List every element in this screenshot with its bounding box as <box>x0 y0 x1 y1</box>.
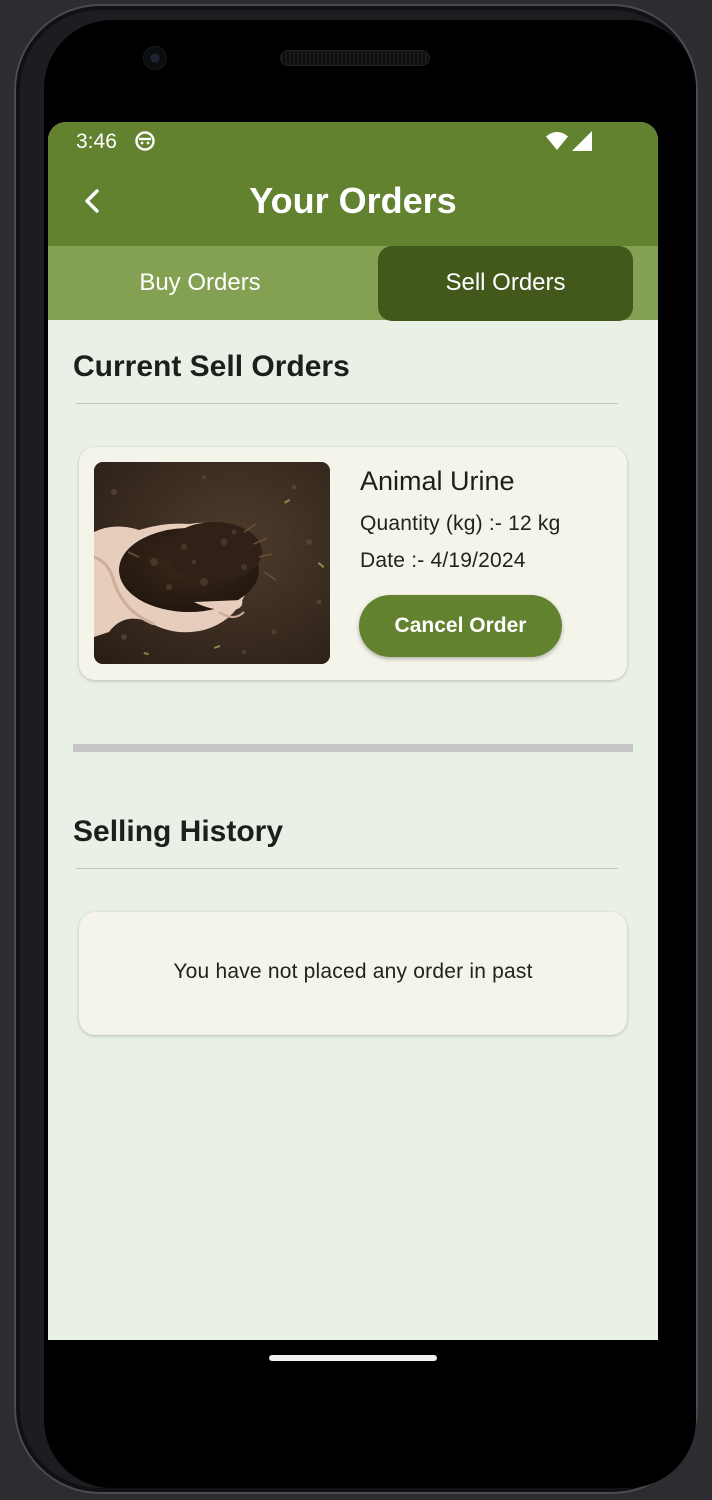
tab-sell-orders[interactable]: Sell Orders <box>378 246 633 321</box>
status-bar: 3:46 <box>48 122 658 162</box>
earpiece-speaker <box>281 51 429 65</box>
app-screen: 3:46 Your Orders Buy Orders Sell Orders … <box>48 122 658 1340</box>
product-image <box>94 462 330 664</box>
app-bar: 3:46 Your Orders <box>48 122 658 246</box>
order-quantity: Quantity (kg) :- 12 kg <box>360 512 561 535</box>
tab-buy-orders[interactable]: Buy Orders <box>48 246 352 320</box>
order-tabs: Buy Orders Sell Orders <box>48 246 658 321</box>
section-separator <box>73 744 633 752</box>
section-divider <box>76 403 618 404</box>
cancel-order-button[interactable]: Cancel Order <box>359 595 562 657</box>
front-camera <box>144 47 166 69</box>
empty-history-message: You have not placed any order in past <box>173 960 533 983</box>
compost-in-hand-image <box>94 462 330 664</box>
selling-history-title: Selling History <box>73 815 284 848</box>
product-name: Animal Urine <box>360 466 515 496</box>
cellular-signal-icon <box>572 131 592 151</box>
order-date: Date :- 4/19/2024 <box>360 549 526 572</box>
wifi-icon <box>546 132 568 150</box>
notification-app-icon <box>135 131 155 151</box>
empty-history-card: You have not placed any order in past <box>79 912 627 1035</box>
home-indicator[interactable] <box>269 1355 437 1361</box>
order-card: Animal Urine Quantity (kg) :- 12 kg Date… <box>79 447 627 680</box>
status-time: 3:46 <box>76 130 117 153</box>
section-divider <box>76 868 618 869</box>
current-orders-title: Current Sell Orders <box>73 350 350 383</box>
page-title: Your Orders <box>249 180 457 221</box>
